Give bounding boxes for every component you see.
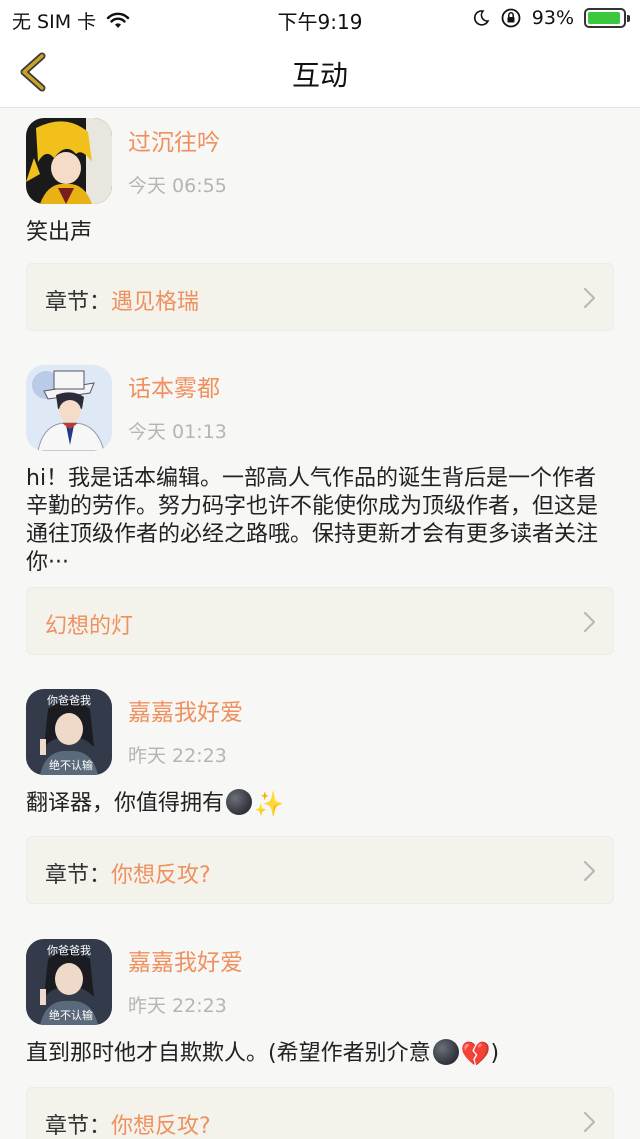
chapter-prefix: 章节： (45, 1114, 112, 1139)
chapter-prefix: 章节： (45, 290, 112, 315)
username[interactable]: 嘉嘉我好爱 (128, 693, 243, 727)
chevron-right-icon (583, 611, 596, 633)
chapter-label: 章节：遇见格瑞 (45, 284, 199, 316)
orientation-lock-icon (501, 8, 521, 28)
chapter-label: 幻想的灯 (45, 608, 133, 640)
avatar-image: 你爸爸我 绝不认输 (26, 689, 112, 775)
comment-text-body: 直到那时他才自欺欺人。(希望作者别介意 (26, 1041, 431, 1066)
timestamp: 昨天 22:23 (128, 995, 227, 1017)
avatar-text-top: 你爸爸我 (47, 694, 91, 707)
page-title: 互动 (291, 59, 348, 92)
avatar[interactable] (26, 365, 112, 451)
avatar-text-top: 你爸爸我 (47, 944, 91, 957)
avatar[interactable]: 你爸爸我 绝不认输 (26, 689, 112, 775)
chevron-right-icon (583, 1111, 596, 1133)
avatar-image: 你爸爸我 绝不认输 (26, 939, 112, 1025)
chapter-label: 章节：你想反攻? (45, 1108, 211, 1139)
moon-icon (473, 10, 490, 26)
chapter-name: 你想反攻? (111, 1114, 211, 1139)
chapter-prefix: 章节： (45, 863, 112, 888)
avatar-image (26, 118, 112, 204)
new-moon-face-emoji (432, 1039, 459, 1065)
avatar[interactable] (26, 118, 112, 204)
timestamp: 今天 01:13 (128, 421, 227, 443)
chapter-link[interactable]: 章节：你想反攻? (26, 836, 614, 904)
chevron-right-icon (583, 860, 596, 882)
chevron-right-icon (583, 287, 596, 309)
chapter-label: 章节：你想反攻? (45, 857, 211, 889)
battery-level (588, 12, 620, 24)
new-moon-face-emoji (226, 789, 253, 815)
chapter-name: 遇见格瑞 (111, 290, 200, 315)
avatar-image (26, 365, 112, 451)
comment-text-end: ) (490, 1041, 500, 1066)
chapter-link[interactable]: 章节：遇见格瑞 (26, 263, 614, 331)
battery-icon (584, 8, 630, 28)
comment-text: 直到那时他才自欺欺人。(希望作者别介意 💔) (26, 1039, 616, 1068)
comment-text: 翻译器，你值得拥有 ✨ (26, 789, 616, 818)
chapter-name: 你想反攻? (111, 863, 211, 888)
chapter-name: 幻想的灯 (45, 614, 134, 639)
comment-text: hi！我是话本编辑。一部高人气作品的诞生背后是一个作者辛勤的劳作。努力码字也许不… (26, 466, 599, 575)
nav-bar: 互动 (0, 36, 640, 108)
timestamp: 今天 06:55 (128, 175, 227, 197)
username[interactable]: 嘉嘉我好爱 (128, 943, 243, 977)
comment-text-body: 翻译器，你值得拥有 (26, 791, 225, 816)
avatar[interactable]: 你爸爸我 绝不认输 (26, 939, 112, 1025)
timestamp: 昨天 22:23 (128, 745, 227, 767)
interaction-feed[interactable]: 过沉往吟 今天 06:55 笑出声 章节：遇见格瑞 话本雾都 今天 01:13 … (0, 109, 640, 1139)
chapter-link[interactable]: 章节：你想反攻? (26, 1087, 614, 1139)
chapter-link[interactable]: 幻想的灯 (26, 587, 614, 655)
battery-percent: 93% (531, 7, 574, 29)
status-bar: 无 SIM 卡 下午9:19 93% (0, 0, 640, 36)
broken-heart-emoji: 💔 (460, 1040, 491, 1068)
username[interactable]: 话本雾都 (128, 369, 220, 403)
avatar-text-bottom: 绝不认输 (49, 1008, 93, 1022)
comment-text: 笑出声 (26, 220, 93, 245)
status-right: 93% (472, 7, 630, 29)
avatar-text-bottom: 绝不认输 (49, 758, 93, 772)
username[interactable]: 过沉往吟 (128, 123, 220, 157)
sparkles-emoji: ✨ (254, 790, 284, 818)
